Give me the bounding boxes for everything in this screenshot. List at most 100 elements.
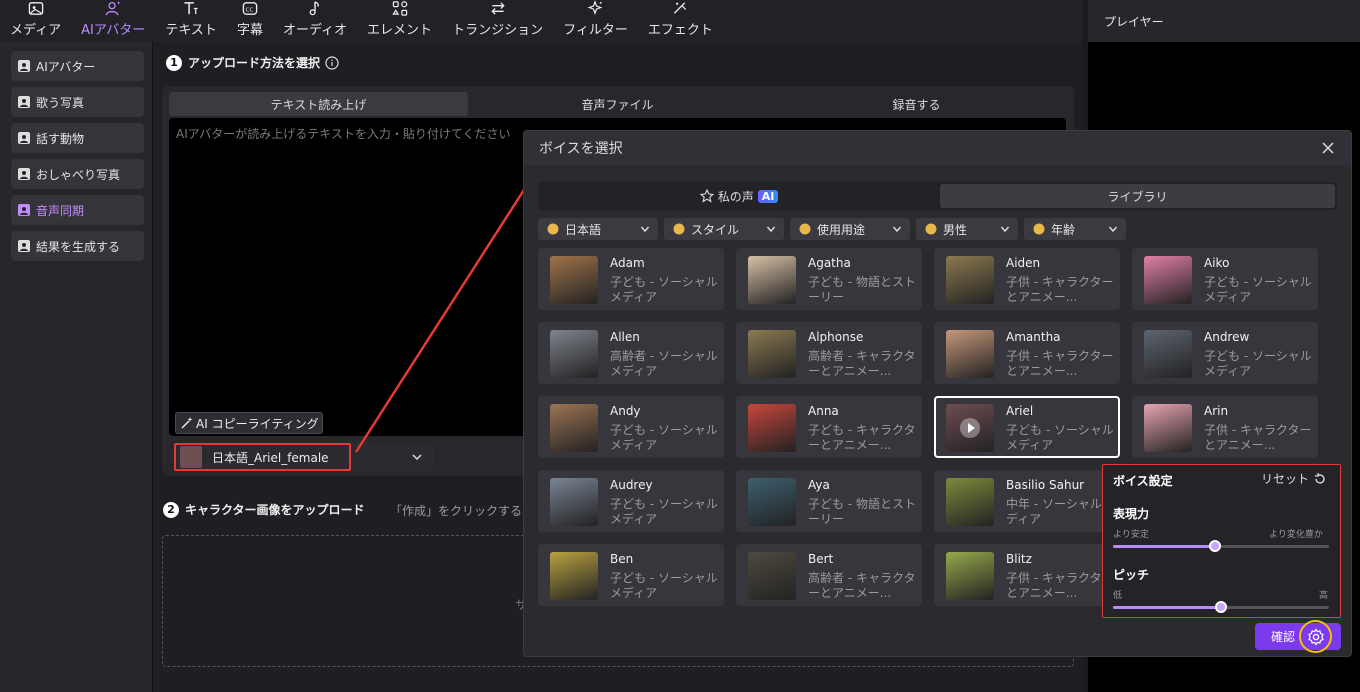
voice-desc: 子供 - キャラクターとアニメー... bbox=[1006, 571, 1114, 600]
chevron-down-icon bbox=[1000, 226, 1010, 233]
voice-name: Andy bbox=[610, 404, 641, 418]
voice-name: Amantha bbox=[1006, 330, 1061, 344]
voice-name: Audrey bbox=[610, 478, 653, 492]
voice-desc: 子ども - 物語とストーリー bbox=[808, 275, 916, 304]
filter-2[interactable]: 使用用途 bbox=[790, 218, 910, 240]
chevron-down-icon bbox=[1108, 226, 1118, 233]
voice-desc: 子ども - 物語とストーリー bbox=[808, 497, 916, 526]
voice-card[interactable]: Allen 高齢者 - ソーシャルメディア bbox=[538, 322, 724, 384]
voice-name: Anna bbox=[808, 404, 839, 418]
voice-desc: 子ども - ソーシャルメディア bbox=[610, 571, 718, 600]
confirm-label: 確認 bbox=[1271, 630, 1296, 644]
filter-0[interactable]: 日本語 bbox=[538, 218, 658, 240]
close-icon[interactable] bbox=[1322, 142, 1334, 154]
voice-card[interactable]: Amantha 子供 - キャラクターとアニメー... bbox=[934, 322, 1120, 384]
voice-avatar bbox=[550, 404, 598, 452]
voice-name: Agatha bbox=[808, 256, 851, 270]
voice-avatar bbox=[550, 552, 598, 600]
voice-avatar bbox=[550, 256, 598, 304]
reset-icon bbox=[1315, 472, 1325, 484]
filter-label: 男性 bbox=[943, 222, 968, 237]
pitch-handle[interactable] bbox=[1215, 601, 1227, 613]
expressiveness-max-label: より変化豊か bbox=[1269, 530, 1323, 540]
voice-avatar bbox=[748, 330, 796, 378]
voice-name: Ariel bbox=[1006, 404, 1034, 418]
voice-card[interactable]: Andrew 子ども - ソーシャルメディア bbox=[1132, 322, 1318, 384]
voice-name: Adam bbox=[610, 256, 645, 270]
voice-desc: 高齢者 - キャラクターとアニメー... bbox=[808, 349, 916, 378]
voice-card[interactable]: Agatha 子ども - 物語とストーリー bbox=[736, 248, 922, 310]
voice-card[interactable]: Adam 子ども - ソーシャルメディア bbox=[538, 248, 724, 310]
filter-1[interactable]: スタイル bbox=[664, 218, 784, 240]
voice-card[interactable]: Aya 子ども - 物語とストーリー bbox=[736, 470, 922, 532]
voice-card[interactable]: Aiko 子ども - ソーシャルメディア bbox=[1132, 248, 1318, 310]
gender-icon bbox=[925, 223, 937, 235]
tab-my-voice[interactable]: 私の声 AI bbox=[540, 184, 938, 208]
voice-avatar bbox=[550, 478, 598, 526]
expressiveness-handle[interactable] bbox=[1208, 540, 1221, 552]
gear-icon bbox=[1307, 627, 1324, 646]
voice-desc: 子ども - ソーシャルメディア bbox=[610, 275, 718, 304]
filter-4[interactable]: 年齢 bbox=[1024, 218, 1126, 240]
voice-avatar bbox=[748, 478, 796, 526]
reset-button[interactable]: リセット bbox=[1261, 470, 1327, 487]
play-icon[interactable] bbox=[960, 418, 980, 438]
pitch-fill bbox=[1113, 606, 1221, 609]
smile-icon bbox=[673, 223, 685, 235]
expressiveness-fill bbox=[1113, 545, 1215, 548]
filter-label: スタイル bbox=[691, 222, 740, 237]
voice-name: Allen bbox=[610, 330, 640, 344]
tab-library[interactable]: ライブラリ bbox=[940, 184, 1335, 208]
voice-name: Arin bbox=[1204, 404, 1229, 418]
voice-name: Aiko bbox=[1204, 256, 1230, 270]
expressiveness-label: 表現力 bbox=[1113, 507, 1150, 521]
voice-card[interactable]: Alphonse 高齢者 - キャラクターとアニメー... bbox=[736, 322, 922, 384]
voice-card[interactable]: Ben 子ども - ソーシャルメディア bbox=[538, 544, 724, 606]
voice-avatar bbox=[946, 552, 994, 600]
voice-avatar bbox=[946, 256, 994, 304]
voice-desc: 子ども - キャラクターとアニメー... bbox=[808, 423, 916, 452]
dialog-title: ボイスを選択 bbox=[539, 141, 623, 157]
voice-desc: 子供 - キャラクターとアニメー... bbox=[1204, 423, 1312, 452]
filter-3[interactable]: 男性 bbox=[916, 218, 1018, 240]
voice-name: Aiden bbox=[1006, 256, 1041, 270]
voice-avatar bbox=[946, 330, 994, 378]
voice-card[interactable]: Audrey 子ども - ソーシャルメディア bbox=[538, 470, 724, 532]
voice-avatar bbox=[946, 404, 994, 452]
voice-avatar bbox=[748, 404, 796, 452]
voice-avatar bbox=[550, 330, 598, 378]
reset-label: リセット bbox=[1261, 472, 1310, 486]
voice-desc: 子ども - ソーシャルメディア bbox=[1006, 423, 1114, 452]
globe-icon bbox=[547, 223, 559, 235]
voice-name: Ben bbox=[610, 552, 634, 566]
filter-label: 年齢 bbox=[1051, 222, 1076, 237]
star-icon bbox=[699, 189, 714, 203]
voice-desc: 高齢者 - キャラクターとアニメー... bbox=[808, 571, 916, 600]
voice-name: Blitz bbox=[1006, 552, 1032, 566]
voice-card[interactable]: Arin 子供 - キャラクターとアニメー... bbox=[1132, 396, 1318, 458]
chevron-down-icon bbox=[766, 226, 776, 233]
voice-name: Basilio Sahur bbox=[1006, 478, 1085, 492]
voice-card[interactable]: Andy 子ども - ソーシャルメディア bbox=[538, 396, 724, 458]
voice-card[interactable]: Basilio Sahur 中年 - ソーシャルメディア bbox=[934, 470, 1120, 532]
tab-my-voice-label: 私の声 bbox=[717, 189, 754, 204]
voice-card[interactable]: Aiden 子供 - キャラクターとアニメー... bbox=[934, 248, 1120, 310]
voice-card[interactable]: Anna 子ども - キャラクターとアニメー... bbox=[736, 396, 922, 458]
voice-name: Andrew bbox=[1204, 330, 1250, 344]
settings-title: ボイス設定 bbox=[1113, 474, 1173, 488]
voice-desc: 子供 - キャラクターとアニメー... bbox=[1006, 275, 1114, 304]
voice-avatar bbox=[748, 256, 796, 304]
pitch-label: ピッチ bbox=[1113, 568, 1150, 582]
voice-desc: 子ども - ソーシャルメディア bbox=[1204, 275, 1312, 304]
voice-card[interactable]: Ariel 子ども - ソーシャルメディア bbox=[934, 396, 1120, 458]
voice-card[interactable]: Blitz 子供 - キャラクターとアニメー... bbox=[934, 544, 1120, 606]
voice-settings-button[interactable] bbox=[1299, 620, 1332, 653]
chevron-down-icon bbox=[892, 226, 902, 233]
pitch-min-label: 低 bbox=[1113, 591, 1123, 601]
voice-desc: 子ども - ソーシャルメディア bbox=[610, 423, 718, 452]
voice-name: Bert bbox=[808, 552, 834, 566]
voice-card[interactable]: Bert 高齢者 - キャラクターとアニメー... bbox=[736, 544, 922, 606]
voice-avatar bbox=[1144, 330, 1192, 378]
voice-name: Alphonse bbox=[808, 330, 864, 344]
chevron-down-icon bbox=[640, 226, 650, 233]
